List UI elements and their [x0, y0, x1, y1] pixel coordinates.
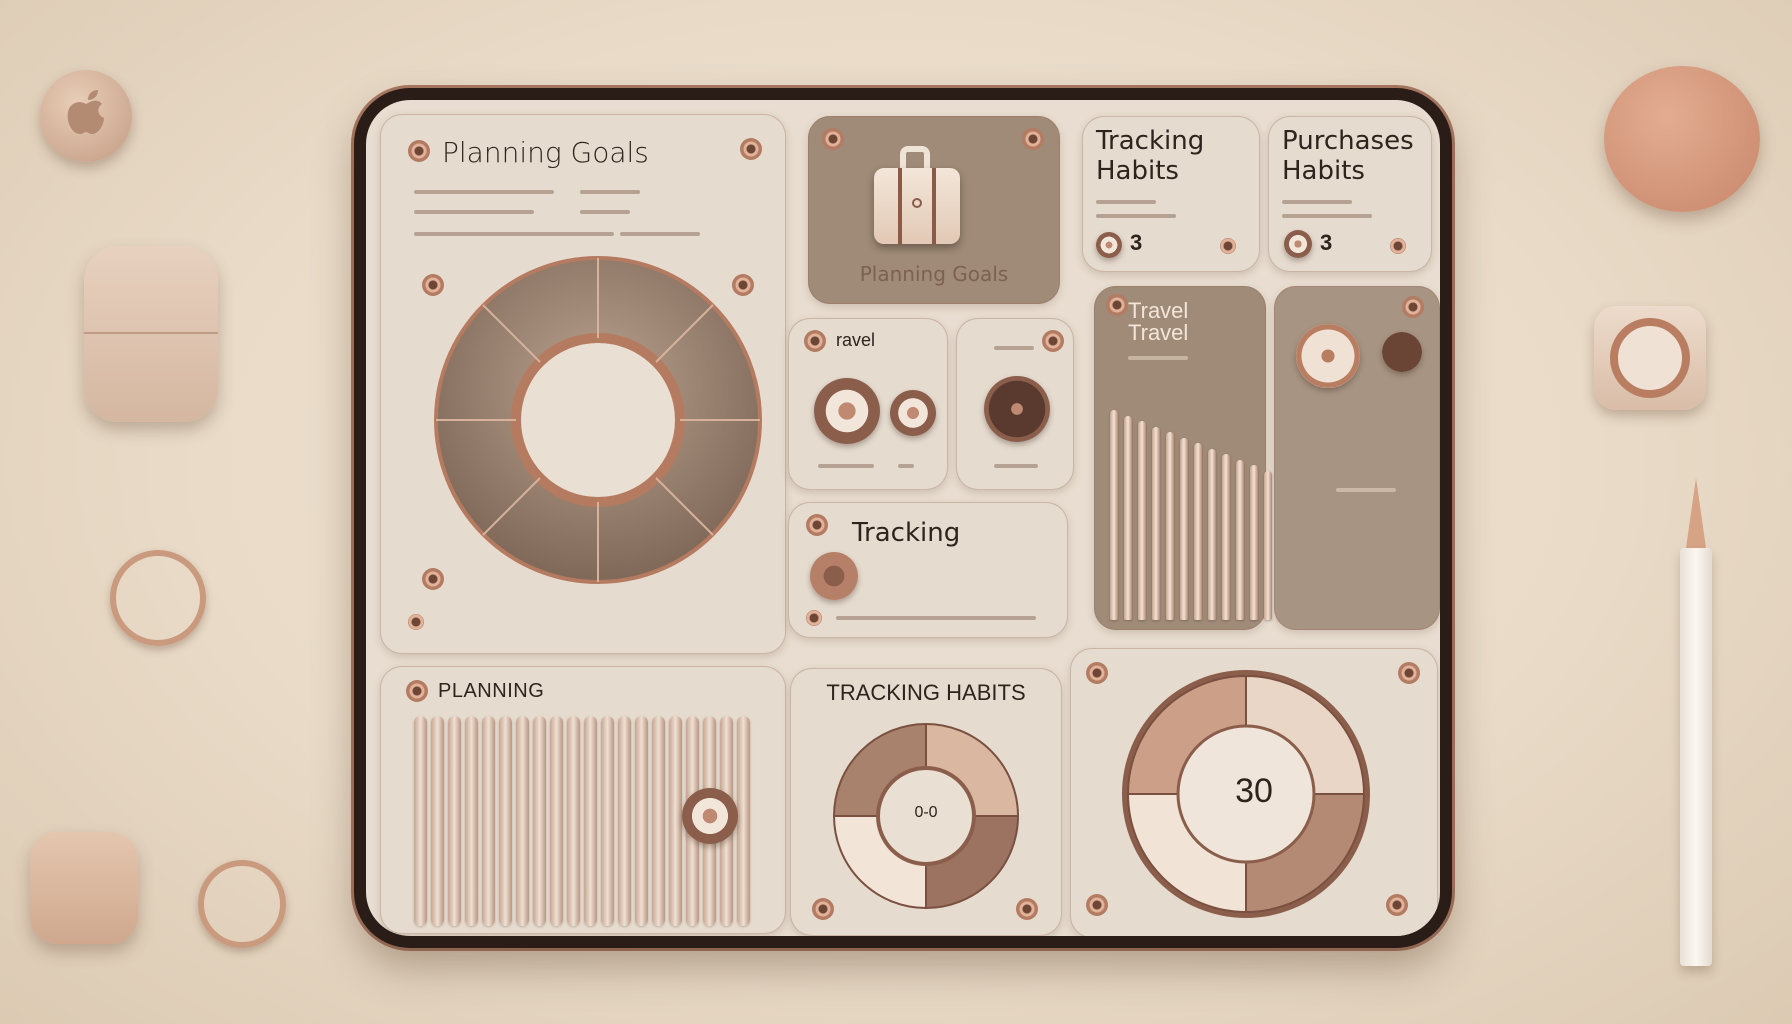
travel-ring-dial[interactable]: [1296, 324, 1360, 388]
planning-stripe: [499, 716, 512, 926]
pencil-icon: [1678, 478, 1714, 968]
round-pad-icon: [1604, 66, 1760, 212]
planning-stripe: [465, 716, 478, 926]
tracking-habits-title: Tracking Habits: [1096, 126, 1205, 186]
airpods-case-icon: [84, 246, 218, 422]
travel-small-title: ravel: [836, 330, 876, 350]
purchase-knob[interactable]: [1284, 230, 1312, 258]
habit-count: 3: [1130, 230, 1143, 255]
gauge-card[interactable]: 30: [1070, 648, 1438, 936]
planning-stripe: [669, 716, 682, 926]
travel-dial-card[interactable]: [1274, 286, 1440, 630]
travel-dial-large[interactable]: [814, 378, 880, 444]
travel-bar: [1110, 410, 1118, 620]
travel-bar: [1208, 448, 1216, 620]
planning-stripe: [448, 716, 461, 926]
travel-bar: [1222, 454, 1230, 620]
planning-stripe: [737, 716, 750, 926]
luggage-card[interactable]: Planning Goals: [808, 116, 1060, 304]
gauge-value: 30: [1235, 772, 1273, 810]
purchase-count: 3: [1320, 230, 1333, 255]
tracking-card[interactable]: Tracking: [788, 502, 1068, 638]
travel-dot-dial[interactable]: [1382, 332, 1422, 372]
planning-goals-card[interactable]: Planning Goals: [380, 114, 786, 654]
planning-stripe: [652, 716, 665, 926]
planning-donut-chart: [434, 256, 762, 584]
ring-icon: [110, 550, 206, 646]
planning-title: PLANNING: [438, 680, 545, 702]
dashboard-screen: Planning Goals Planning Goals Tracking H…: [366, 100, 1440, 936]
travel-bar: [1124, 415, 1132, 620]
travel-toggle-dial[interactable]: [984, 376, 1050, 442]
travel-chart-title: Travel Travel: [1128, 298, 1189, 345]
tracking-habits-donut-card[interactable]: TRACKING HABITS 0-0: [790, 668, 1062, 936]
tablet-device: Planning Goals Planning Goals Tracking H…: [354, 88, 1452, 948]
planning-slider-knob[interactable]: [682, 788, 738, 844]
travel-bar: [1166, 432, 1174, 620]
tracking-habits-card[interactable]: Tracking Habits 3: [1082, 116, 1260, 272]
tracking-habits-donut-label: 0-0: [914, 804, 938, 821]
travel-bar: [1194, 443, 1202, 620]
luggage-card-title: Planning Goals: [859, 262, 1009, 286]
planning-stripe: [601, 716, 614, 926]
ring-button-icon: [1594, 306, 1706, 410]
planning-stripe: [567, 716, 580, 926]
planning-stripe: [550, 716, 563, 926]
planning-stripe: [618, 716, 631, 926]
small-ring-icon: [198, 860, 286, 948]
travel-controls-card[interactable]: ravel: [788, 318, 948, 490]
tracking-title: Tracking: [852, 518, 961, 548]
purchases-habits-title: Purchases Habits: [1282, 126, 1414, 186]
planning-stripe: [516, 716, 529, 926]
travel-bar: [1180, 437, 1188, 620]
travel-bar: [1264, 470, 1272, 620]
travel-bar: [1152, 426, 1160, 620]
habit-knob[interactable]: [1096, 232, 1122, 258]
planning-stripe: [635, 716, 648, 926]
travel-bar: [1236, 459, 1244, 620]
travel-dial-small[interactable]: [890, 390, 936, 436]
travel-bar: [1138, 421, 1146, 620]
planning-stripe: [431, 716, 444, 926]
travel-toggle-card[interactable]: [956, 318, 1074, 490]
travel-bar: [1250, 465, 1258, 620]
pin-icon: [408, 140, 430, 162]
tracking-knob[interactable]: [810, 552, 858, 600]
square-object-icon: [30, 832, 138, 944]
planning-stripe: [584, 716, 597, 926]
apple-icon: [40, 70, 132, 162]
planning-stripe: [482, 716, 495, 926]
planning-card[interactable]: PLANNING: [380, 666, 786, 934]
planning-stripe: [533, 716, 546, 926]
travel-chart-card[interactable]: Travel Travel: [1094, 286, 1412, 630]
planning-stripe: [414, 716, 427, 926]
planning-goals-title: Planning Goals: [442, 136, 649, 169]
tracking-habits-donut-title: TRACKING HABITS: [826, 680, 1026, 705]
purchases-habits-card[interactable]: Purchases Habits 3: [1268, 116, 1432, 272]
suitcase-icon: [874, 146, 960, 246]
